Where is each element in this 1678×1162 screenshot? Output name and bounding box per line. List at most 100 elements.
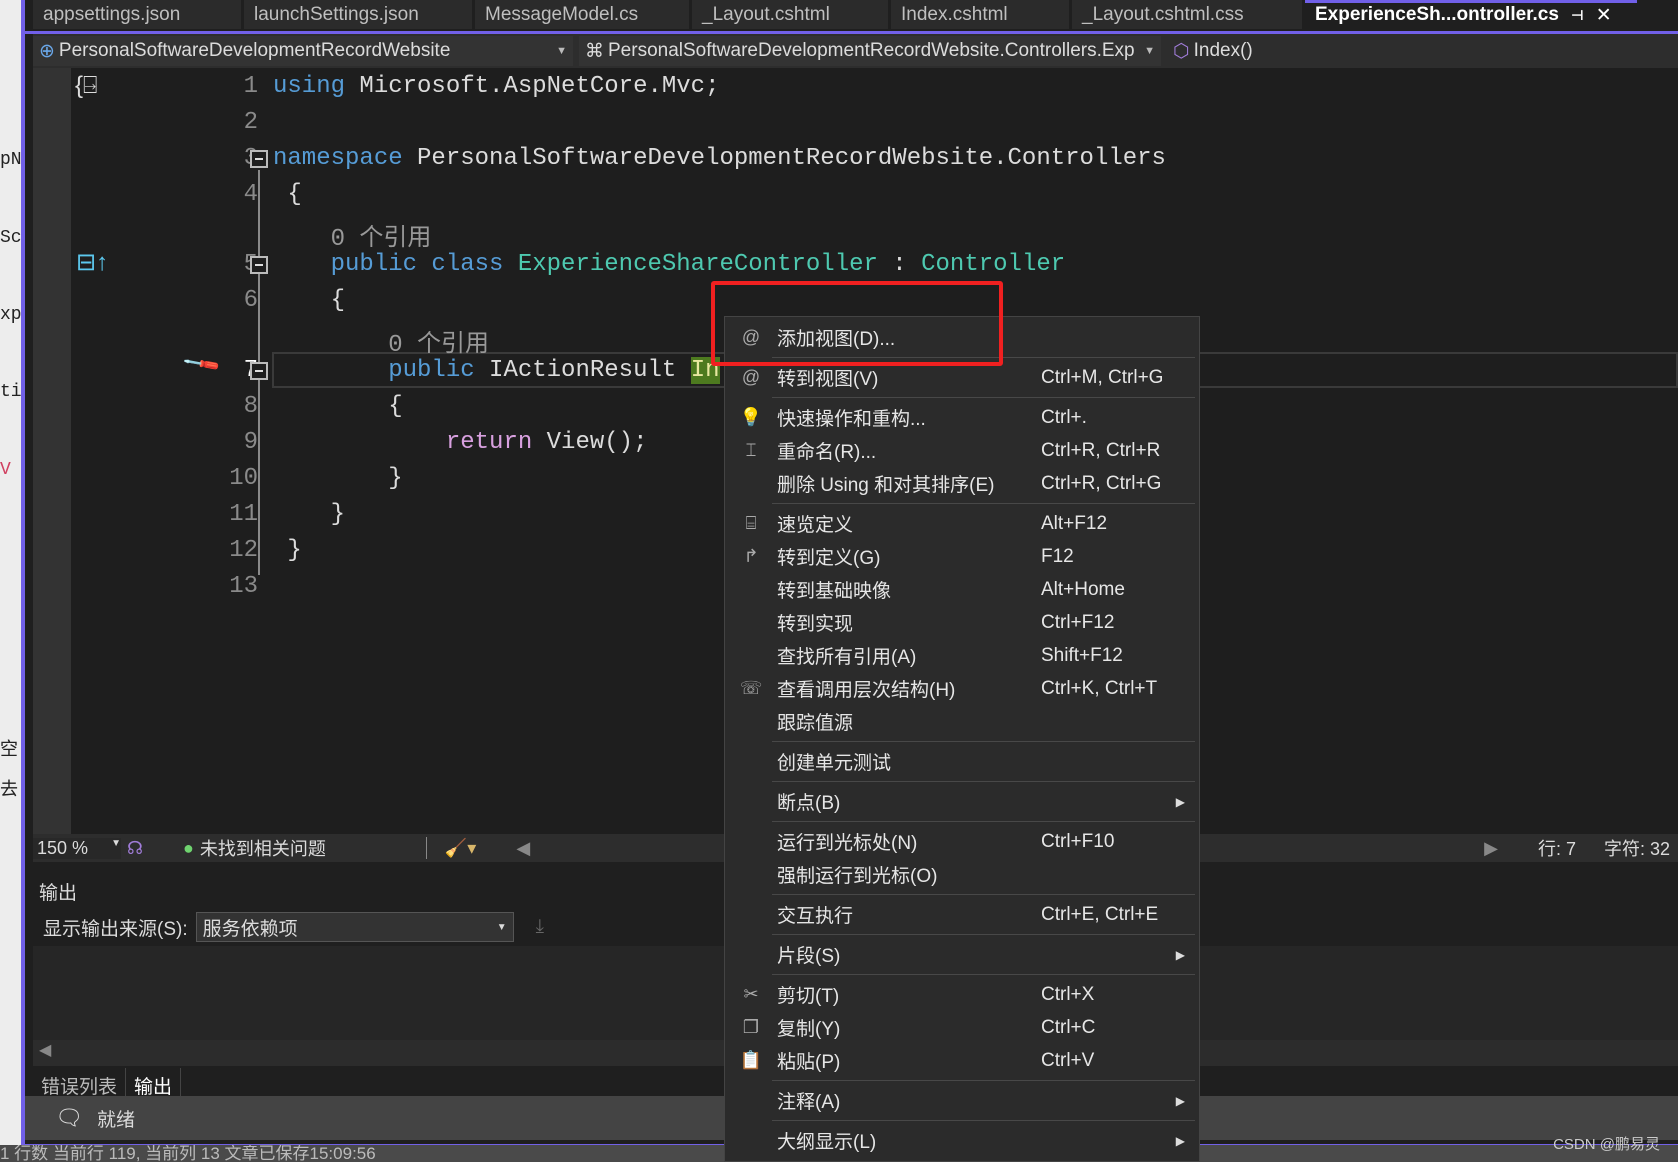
code-token: PersonalSoftwareDevelopmentRecordWebsite… <box>402 145 1166 172</box>
menu-item-12[interactable]: 转到实现 Ctrl+F12 <box>725 606 1199 639</box>
menu-item-label: 剪切(T) <box>777 986 840 1007</box>
code-text: { <box>273 181 301 208</box>
code-line: 5 public class ExperienceShareController… <box>70 247 1678 283</box>
collapse-toggle[interactable] <box>250 256 268 274</box>
menu-item-icon: 📋 <box>739 1050 763 1070</box>
line-number: 2 <box>243 109 258 136</box>
menu-item-10[interactable]: ↱ 转到定义(G) F12 <box>725 540 1199 573</box>
chevron-down-icon: ▼ <box>556 45 567 57</box>
background-text-fragment: pN <box>0 150 22 170</box>
tab-index-cshtml[interactable]: Index.cshtml <box>891 0 1069 29</box>
menu-item-14[interactable]: ☏ 查看调用层次结构(H) Ctrl+K, Ctrl+T <box>725 672 1199 705</box>
line-number: 12 <box>229 537 258 564</box>
menu-item-34[interactable]: 大纲显示(L) ▶ <box>725 1124 1199 1157</box>
menu-separator <box>725 738 1199 745</box>
menu-item-24[interactable]: 交互执行 Ctrl+E, Ctrl+E <box>725 898 1199 931</box>
collapse-toggle[interactable] <box>250 150 268 168</box>
menu-item-26[interactable]: 片段(S) ▶ <box>725 938 1199 971</box>
code-text: { <box>273 393 402 420</box>
code-text: using Microsoft.AspNetCore.Mvc; <box>273 73 719 100</box>
menu-item-icon: @ <box>741 367 761 387</box>
menu-item-6[interactable]: ⌶ 重命名(R)... Ctrl+R, Ctrl+R <box>725 434 1199 467</box>
notification-icon[interactable]: 🗨 <box>55 1105 83 1131</box>
pin-icon[interactable]: ⊣ <box>1571 7 1584 24</box>
code-line: 2 <box>70 105 1678 141</box>
code-token: IActionResult <box>474 357 691 384</box>
menu-item-19[interactable]: 断点(B) ▶ <box>725 785 1199 818</box>
output-source-select[interactable]: 服务依赖项 ▼ <box>195 912 514 942</box>
menu-item-label: 转到实现 <box>777 614 854 635</box>
method-cube-icon: ⬡ <box>1173 40 1190 62</box>
close-icon[interactable]: ✕ <box>1596 4 1612 27</box>
menu-item-15[interactable]: 跟踪值源 <box>725 705 1199 738</box>
menu-item-21[interactable]: 运行到光标处(N) Ctrl+F10 <box>725 825 1199 858</box>
submenu-arrow-icon: ▶ <box>1175 1133 1185 1148</box>
collapse-toggle[interactable] <box>250 362 268 380</box>
menu-item-icon: ⌸ <box>745 513 757 533</box>
menu-item-11[interactable]: 转到基础映像 Alt+Home <box>725 573 1199 606</box>
code-token: Controller <box>921 251 1066 278</box>
background-text-fragment: V <box>0 460 11 480</box>
intellicode-icon[interactable]: ☊ <box>127 838 143 859</box>
menu-item-5[interactable]: 💡 快速操作和重构... Ctrl+. <box>725 401 1199 434</box>
menu-item-9[interactable]: ⌸ 速览定义 Alt+F12 <box>725 507 1199 540</box>
menu-item-icon: ↱ <box>743 546 759 566</box>
chevron-down-icon: ▼ <box>496 921 507 933</box>
menu-item-label: 速览定义 <box>777 515 854 536</box>
zoom-dropdown[interactable]: 150 % ▼ <box>33 837 121 859</box>
tab-experiencesh---ontroller-cs[interactable]: ExperienceSh...ontroller.cs ⊣ ✕ <box>1305 0 1637 29</box>
tab--layout-cshtml-css[interactable]: _Layout.cshtml.css <box>1072 0 1302 29</box>
line-number: 8 <box>243 393 258 420</box>
member-name: Index() <box>1193 40 1253 61</box>
issues-status[interactable]: 未找到相关问题 <box>200 835 326 861</box>
tab--layout-cshtml[interactable]: _Layout.cshtml <box>692 0 888 29</box>
code-token: { <box>273 287 346 314</box>
code-text: } <box>273 501 345 528</box>
menu-item-32[interactable]: 注释(A) ▶ <box>725 1084 1199 1117</box>
menu-item-28[interactable]: ✂ 剪切(T) Ctrl+X <box>725 978 1199 1011</box>
menu-item-13[interactable]: 查找所有引用(A) Shift+F12 <box>725 639 1199 672</box>
menu-item-shortcut: Ctrl+F12 <box>1041 611 1115 633</box>
chevron-down-icon: ▼ <box>111 837 121 849</box>
class-dropdown[interactable]: ⌘ PersonalSoftwareDevelopmentRecordWebsi… <box>579 36 1161 66</box>
menu-item-label: 查看调用层次结构(H) <box>777 680 956 701</box>
project-dropdown[interactable]: ⊕ PersonalSoftwareDevelopmentRecordWebsi… <box>33 36 573 66</box>
menu-item-22[interactable]: 强制运行到光标(O) <box>725 858 1199 891</box>
tab-appsettings-json[interactable]: appsettings.json <box>33 0 241 29</box>
member-dropdown[interactable]: ⬡ Index() <box>1167 36 1672 66</box>
menu-item-7[interactable]: 删除 Using 和对其排序(E) Ctrl+R, Ctrl+G <box>725 467 1199 500</box>
tab-label: _Layout.cshtml <box>702 4 830 25</box>
scroll-left-icon[interactable]: ◀ <box>516 838 530 859</box>
menu-item-17[interactable]: 创建单元测试 <box>725 745 1199 778</box>
codelens-references[interactable]: 0 个引用 <box>70 213 1678 253</box>
tab-label: launchSettings.json <box>254 4 419 25</box>
menu-item-30[interactable]: 📋 粘贴(P) Ctrl+V <box>725 1044 1199 1077</box>
goto-line-icon[interactable]: ⤓ <box>536 916 544 938</box>
scroll-right-icon[interactable]: ▶ <box>1484 838 1498 859</box>
submenu-arrow-icon: ▶ <box>1175 1093 1185 1108</box>
output-source-value: 服务依赖项 <box>202 918 298 940</box>
output-title: 输出 <box>39 883 78 904</box>
menu-item-icon: 💡 <box>739 407 763 427</box>
menu-item-shortcut: Ctrl+M, Ctrl+G <box>1041 366 1164 388</box>
line-number: 13 <box>229 573 258 600</box>
menu-separator <box>725 500 1199 507</box>
code-token: ExperienceShareController <box>517 251 878 278</box>
menu-item-icon: ❐ <box>742 1017 760 1037</box>
tab-label: MessageModel.cs <box>485 4 639 25</box>
menu-item-29[interactable]: ❐ 复制(Y) Ctrl+C <box>725 1011 1199 1044</box>
cleanup-broom-icon[interactable]: 🧹▾ <box>445 838 476 859</box>
tab-label: ExperienceSh...ontroller.cs <box>1315 4 1559 25</box>
code-line: 3 namespace PersonalSoftwareDevelopmentRe… <box>70 141 1678 177</box>
tab-messagemodel-cs[interactable]: MessageModel.cs <box>475 0 689 29</box>
tab-launchsettings-json[interactable]: launchSettings.json <box>244 0 472 29</box>
menu-item-shortcut: Ctrl+C <box>1041 1016 1096 1038</box>
menu-item-label: 粘贴(P) <box>777 1052 841 1073</box>
submenu-arrow-icon: ▶ <box>1175 794 1185 809</box>
menu-item-label: 删除 Using 和对其排序(E) <box>777 475 995 496</box>
background-window: pN Sc xp ti V 空去 <box>0 0 23 1162</box>
menu-item-label: 强制运行到光标(O) <box>777 866 938 887</box>
check-circle-icon: ● <box>183 837 194 858</box>
zoom-level: 150 % <box>37 837 89 858</box>
